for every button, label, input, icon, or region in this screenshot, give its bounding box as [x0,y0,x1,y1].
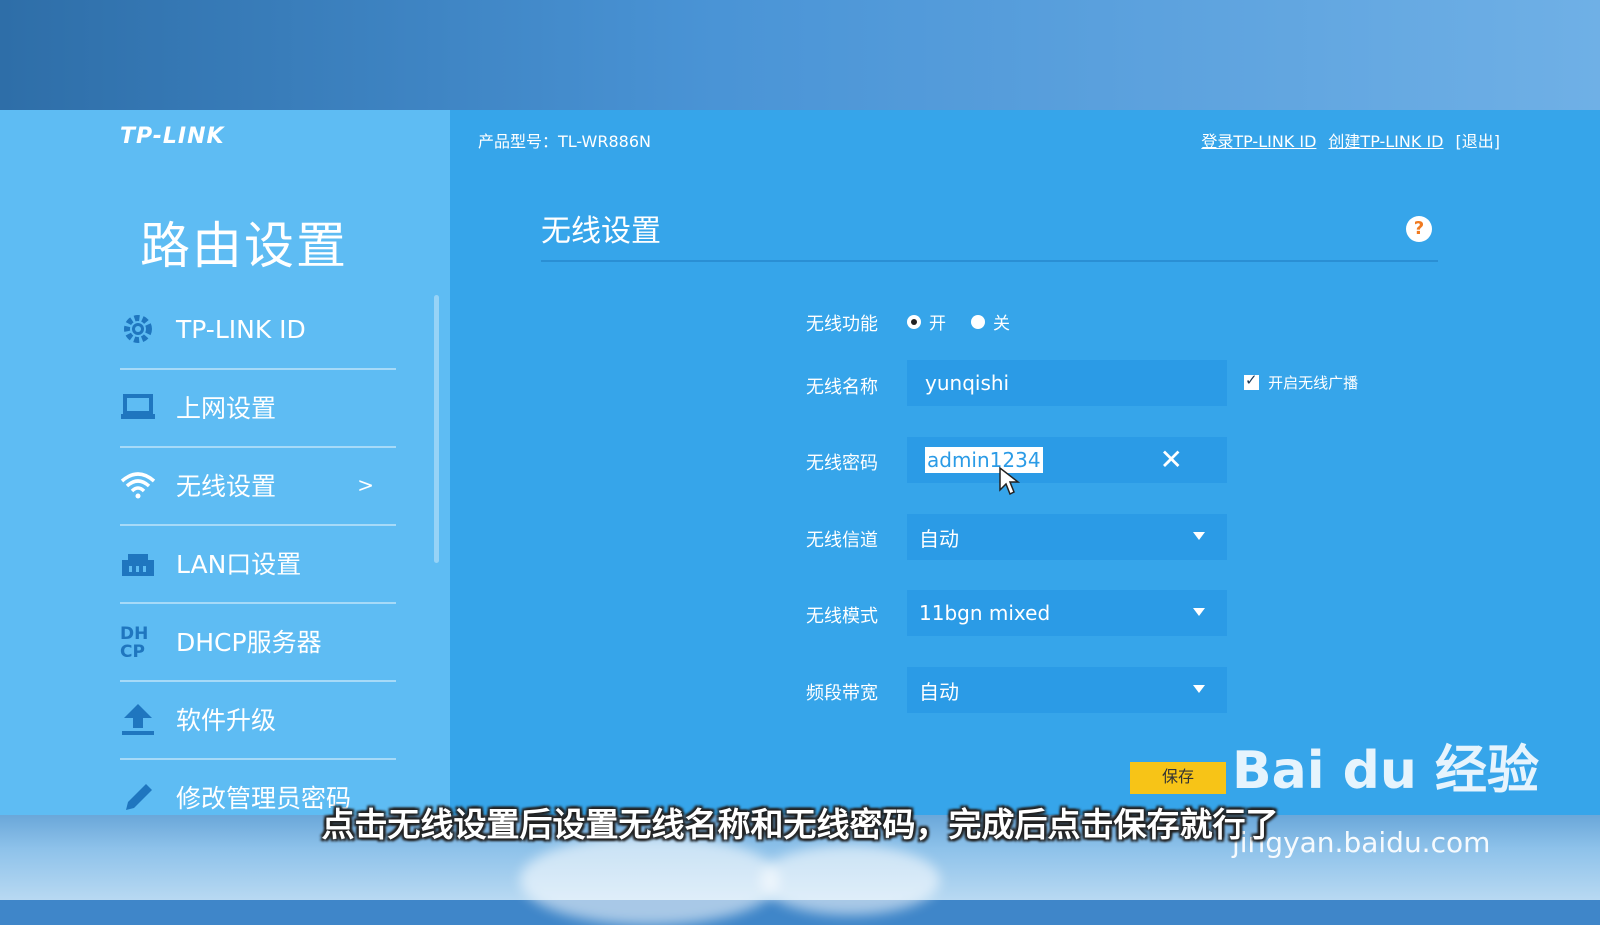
login-tplink-id-link[interactable]: 登录TP-LINK ID [1201,128,1316,152]
create-tplink-id-link[interactable]: 创建TP-LINK ID [1328,128,1443,152]
caret-down-icon [1193,685,1205,693]
mouse-cursor-icon [999,466,1020,496]
mode-select[interactable]: 11bgn mixed [907,590,1227,636]
sidebar-item-label: TP-LINK ID [176,314,306,344]
clear-icon[interactable]: ✕ [1160,443,1183,476]
channel-select[interactable]: 自动 [907,514,1227,560]
sidebar-item-label: LAN口设置 [176,550,302,579]
page-title: 无线设置 [541,214,661,249]
sidebar-item-upgrade[interactable]: 软件升级 [120,680,396,760]
sidebar-item-label: 无线设置 [176,472,277,501]
radio-unselected-icon [971,314,985,329]
baidu-watermark-logo: Bai du 经验 [1232,741,1539,801]
title-divider [541,260,1438,262]
password-value: admin1234 [925,447,1043,473]
bandwidth-label: 频段带宽 [806,683,878,704]
chevron-right-icon: > [357,473,374,497]
password-input[interactable]: admin1234 ✕ [907,437,1227,483]
sidebar-item-dhcp[interactable]: DH CP DHCP服务器 [120,602,396,682]
channel-label: 无线信道 [806,530,878,551]
checkbox-checked-icon [1244,371,1259,390]
sidebar-scrollbar[interactable] [434,295,439,563]
broadcast-label: 开启无线广播 [1268,374,1359,392]
ssid-label: 无线名称 [806,377,878,398]
radio-off-label: 关 [993,314,1010,334]
sidebar-item-label: 软件升级 [176,706,277,735]
wireless-off-radio[interactable]: 关 [971,309,1010,334]
top-links: 登录TP-LINK ID 创建TP-LINK ID [退出] [1201,128,1500,152]
router-admin-window: TP-LINK 路由设置 TP-LINK ID 上网设置 无线设置 > LAN口… [0,110,1600,815]
radio-on-label: 开 [929,314,946,334]
wireless-on-radio[interactable]: 开 [907,309,946,334]
radio-selected-icon [907,314,921,329]
cloud-shape [520,835,780,925]
password-label: 无线密码 [806,453,878,474]
video-backdrop-top [0,0,1600,110]
mode-value: 11bgn mixed [919,601,1051,625]
dhcp-icon: DH CP [120,623,176,659]
gear-icon [120,311,176,347]
sidebar-item-internet[interactable]: 上网设置 [120,368,396,448]
ssid-value: yunqishi [925,371,1010,395]
upload-icon [120,702,176,736]
svg-text:CP: CP [120,642,145,659]
product-model: 产品型号：TL-WR886N [478,132,651,151]
laptop-icon [120,392,176,422]
help-icon[interactable]: ? [1406,216,1432,242]
ssid-input[interactable]: yunqishi [907,360,1227,406]
caret-down-icon [1193,608,1205,616]
channel-value: 自动 [919,526,959,551]
sidebar-item-tplink-id[interactable]: TP-LINK ID [120,290,396,370]
mode-label: 无线模式 [806,606,878,627]
sidebar-title: 路由设置 [140,217,348,275]
bandwidth-select[interactable]: 自动 [907,667,1227,713]
caret-down-icon [1193,532,1205,540]
sidebar-item-wireless[interactable]: 无线设置 > [120,446,396,526]
cloud-shape [760,845,940,915]
sidebar-item-label: 上网设置 [176,394,277,423]
logout-link[interactable]: [退出] [1456,128,1501,152]
sidebar-item-lan[interactable]: LAN口设置 [120,524,396,604]
video-subtitle: 点击无线设置后设置无线名称和无线密码，完成后点击保存就行了 [321,805,1279,844]
svg-text:DH: DH [120,624,148,644]
wifi-icon [120,470,176,500]
lan-port-icon [120,548,176,578]
wireless-function-label: 无线功能 [806,314,878,335]
bandwidth-value: 自动 [919,679,959,704]
sidebar-item-label: DHCP服务器 [176,628,322,657]
save-button[interactable]: 保存 [1130,762,1226,794]
broadcast-checkbox[interactable]: 开启无线广播 [1244,371,1359,393]
sidebar: TP-LINK 路由设置 TP-LINK ID 上网设置 无线设置 > LAN口… [0,110,450,815]
tplink-logo: TP-LINK [120,124,225,149]
